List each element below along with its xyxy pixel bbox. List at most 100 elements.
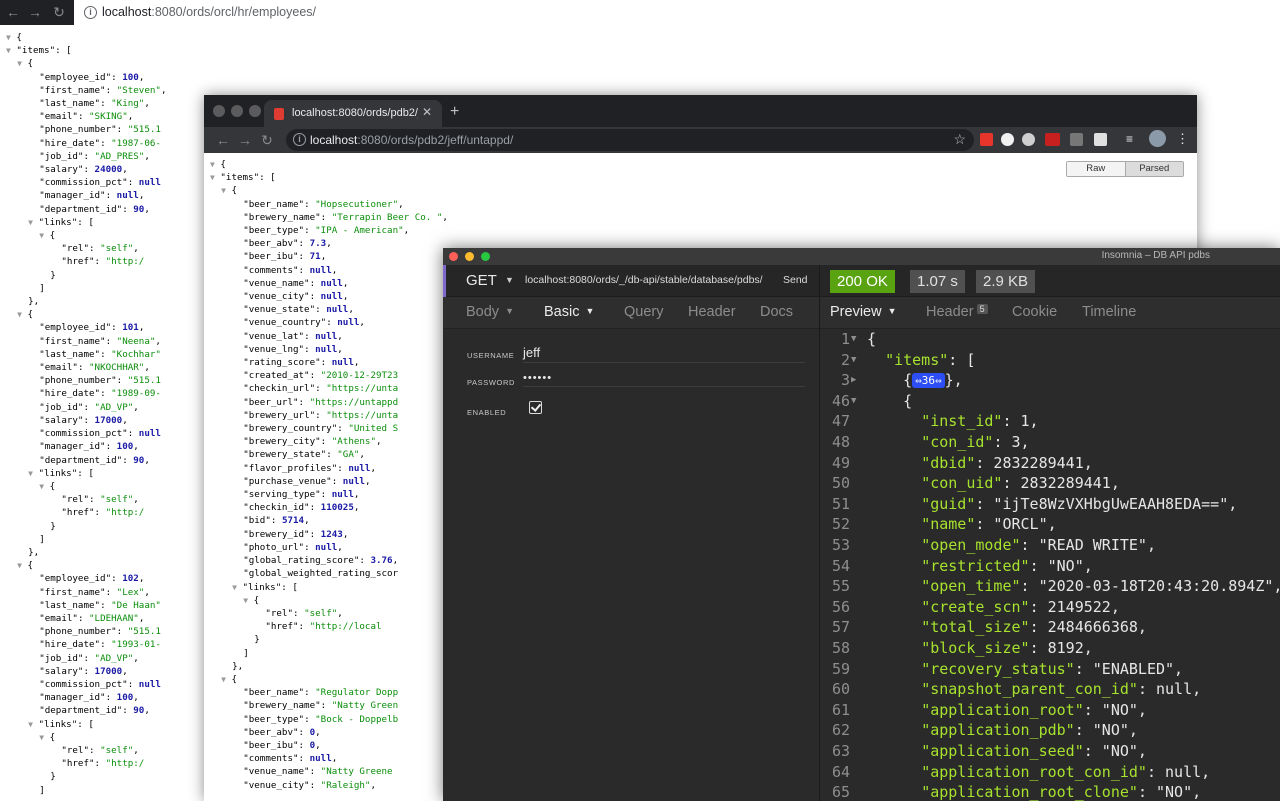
url-input[interactable]: localhost:8080/ords/_/db-api/stable/data…: [525, 274, 763, 286]
info-icon[interactable]: i: [293, 133, 306, 146]
tab-timeline[interactable]: Timeline: [1082, 304, 1136, 320]
json-line: "brewery_state": "GA",: [243, 449, 365, 461]
tab-response-header[interactable]: Header 5: [926, 304, 988, 320]
tab-query[interactable]: Query: [624, 304, 664, 320]
header-count-badge: 5: [976, 304, 988, 314]
username-label: USERNAME: [467, 351, 515, 360]
size-badge: 2.9 KB: [976, 270, 1036, 293]
back-icon[interactable]: ←: [4, 3, 22, 21]
raw-button[interactable]: Raw: [1067, 162, 1125, 176]
reading-list-icon[interactable]: ≡: [1126, 132, 1133, 146]
json-line: },: [6, 296, 40, 308]
fold-icon[interactable]: ▼: [851, 350, 856, 371]
json-line: "commission_pct": null: [39, 428, 161, 440]
json-line: "last_name": "King",: [39, 98, 150, 110]
json-line: "salary": 24000,: [39, 164, 128, 176]
response-preview: 1 ▼{2 ▼ "items": [3 ▶ {⇔36⇔}, 46 ▼ {47 "inst_…: [820, 329, 1280, 801]
collapsed-object-badge: ⇔36⇔: [912, 373, 945, 389]
new-tab-icon[interactable]: +: [450, 103, 459, 121]
tab-docs[interactable]: Docs: [760, 304, 793, 320]
password-field[interactable]: ••••••: [523, 372, 805, 387]
tab-untappd[interactable]: localhost:8080/ords/pdb2/jeff/ ✕: [264, 100, 442, 127]
bookmark-star-icon[interactable]: ☆: [953, 131, 966, 148]
address-bar[interactable]: i localhost:8080/ords/orcl/hr/employees/: [74, 0, 1280, 25]
close-window-icon[interactable]: [213, 105, 225, 117]
json-line: ▼ {: [17, 309, 33, 321]
fold-icon[interactable]: ▼: [851, 391, 856, 412]
insomnia-window: Insomnia – DB API pdbs GET ▼ localhost:8…: [443, 248, 1280, 801]
fold-icon[interactable]: ▼: [851, 329, 856, 350]
line-number: 62: [831, 721, 850, 740]
reload-icon[interactable]: ↻: [258, 131, 276, 149]
line-number: 47: [831, 412, 850, 431]
chevron-down-icon: ▼: [505, 275, 514, 285]
json-line: ▼ {: [39, 731, 56, 743]
json-line: ▼ "links": [: [28, 216, 94, 228]
tab-cookie[interactable]: Cookie: [1012, 304, 1057, 320]
zoom-window-icon[interactable]: [249, 105, 261, 117]
address-bar[interactable]: i localhost:8080/ords/pdb2/jeff/untappd/…: [286, 129, 974, 151]
code-line: 59 "recovery_status": "ENABLED",: [820, 659, 1280, 680]
json-line: "comments": null,: [243, 753, 338, 765]
extension-chat-icon[interactable]: [1094, 133, 1107, 146]
json-line: "serving_type": null,: [243, 489, 360, 501]
extension-g-icon[interactable]: [1070, 133, 1083, 146]
username-field[interactable]: jeff: [523, 345, 805, 363]
json-line: "rel": "self",: [61, 243, 139, 255]
json-line: "employee_id": 101,: [39, 322, 145, 334]
fold-icon[interactable]: ▶: [851, 370, 856, 391]
info-icon[interactable]: i: [84, 6, 97, 19]
json-line: "beer_type": "IPA - American",: [243, 225, 410, 237]
menu-kebab-icon[interactable]: ⋮: [1176, 131, 1189, 147]
minimize-window-icon[interactable]: [231, 105, 243, 117]
json-line: },: [210, 660, 244, 672]
json-line: "beer_ibu": 0,: [243, 739, 321, 751]
json-line: "job_id": "AD_VP",: [39, 401, 139, 413]
tab-preview[interactable]: Preview ▼: [830, 304, 897, 320]
extension-flipboard-icon[interactable]: [980, 133, 993, 146]
line-number: 49: [831, 453, 850, 472]
json-line: "venue_city": "Raleigh",: [243, 779, 377, 791]
code-line: 51 "guid": "ijTe8WzVXHbgUwEAAH8EDA==",: [820, 494, 1280, 515]
send-button[interactable]: Send: [783, 274, 808, 286]
code-line: 62 "application_pdb": "NO",: [820, 720, 1280, 741]
back-icon[interactable]: ←: [214, 131, 232, 149]
tab-body[interactable]: Body ▼: [466, 304, 514, 320]
json-line: "flavor_profiles": null,: [243, 462, 377, 474]
method-select[interactable]: GET: [466, 272, 497, 289]
json-line: ▼ {: [17, 58, 33, 70]
json-line: "beer_url": "https://untappd: [243, 396, 399, 408]
extension-cookie-icon[interactable]: [1022, 133, 1035, 146]
tab-header[interactable]: Header: [688, 304, 736, 320]
json-line: "href": "http:/: [61, 507, 145, 519]
extension-red-icon[interactable]: [1045, 133, 1060, 146]
line-number: 53: [831, 536, 850, 554]
parsed-button[interactable]: Parsed: [1124, 162, 1183, 176]
forward-icon[interactable]: →: [236, 131, 254, 149]
json-line: "venue_country": null,: [243, 317, 365, 329]
line-number: 54: [831, 556, 850, 575]
tab-basic[interactable]: Basic ▼: [544, 304, 594, 320]
reload-icon[interactable]: ↻: [50, 3, 68, 21]
json-line: ▼ {: [39, 230, 56, 242]
json-line: ▼ "links": [: [28, 467, 94, 479]
code-line: 48 "con_id": 3,: [820, 432, 1280, 453]
code-line: 50 "con_uid": 2832289441,: [820, 473, 1280, 494]
json-line: ▼ {: [17, 560, 33, 572]
json-line: "brewery_name": "Natty Green: [243, 700, 399, 712]
chevron-down-icon: ▼: [505, 306, 514, 316]
forward-icon[interactable]: →: [26, 3, 44, 21]
extension-circle-icon[interactable]: [1001, 133, 1014, 146]
avatar[interactable]: [1149, 130, 1166, 147]
json-line: ▼ "links": [: [28, 718, 94, 730]
code-line: 58 "block_size": 8192,: [820, 638, 1280, 659]
json-line: }: [6, 269, 56, 281]
enabled-checkbox[interactable]: [529, 401, 542, 414]
request-bar: GET ▼ localhost:8080/ords/_/db-api/stabl…: [443, 265, 819, 297]
response-bar: 200 OK 1.07 s 2.9 KB: [820, 265, 1280, 297]
json-line: "department_id": 90,: [39, 203, 150, 215]
json-line: "checkin_id": 110025,: [243, 502, 360, 514]
json-viewer: ▼ {▼ "items": [ ▼ { "employee_id": 100, …: [6, 31, 166, 797]
line-number: 65: [831, 783, 850, 801]
tab-close-icon[interactable]: ✕: [422, 105, 432, 119]
